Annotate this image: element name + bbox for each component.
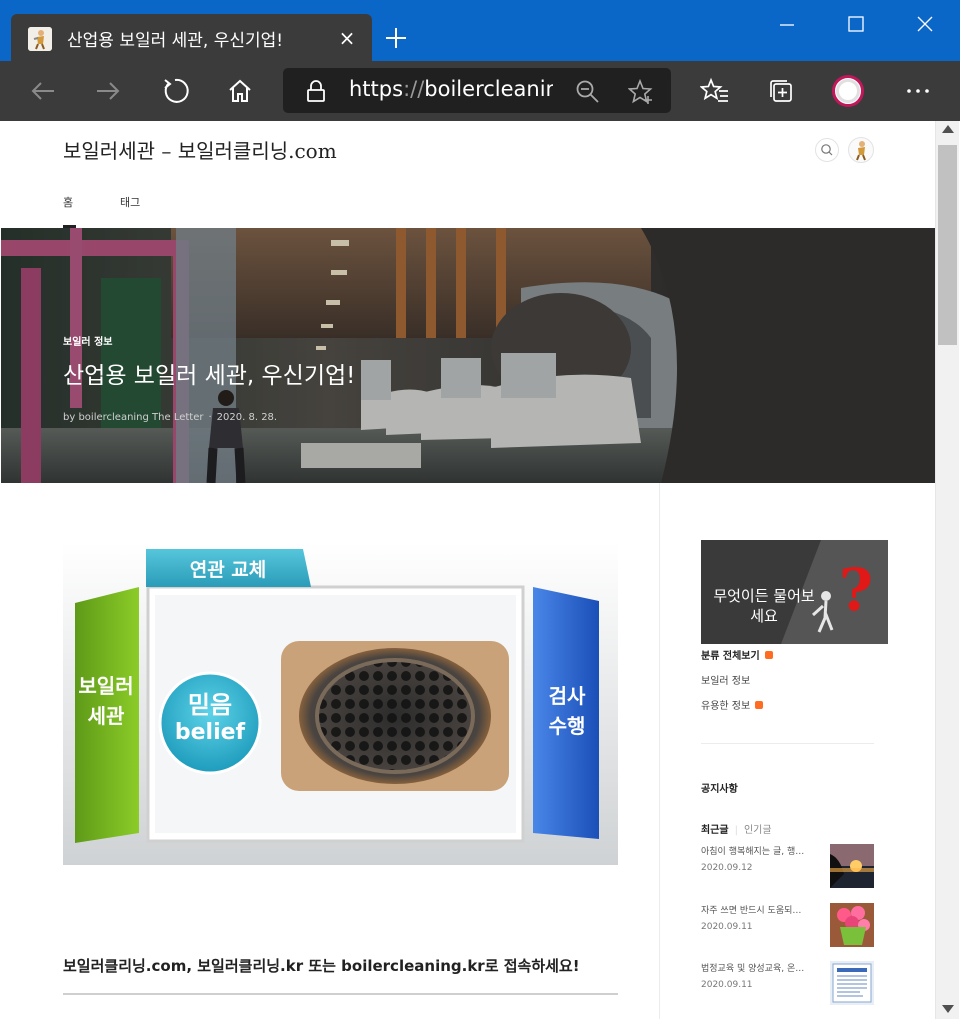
post-image: 연관 교체 보일러 세관 믿음 belief 검사 수행: [63, 543, 618, 865]
page-scrollbar[interactable]: [935, 121, 959, 1019]
recent-post-thumbnail[interactable]: [830, 961, 874, 1005]
hero-author: by boilercleaning The Letter: [63, 412, 204, 423]
tab-popular[interactable]: 인기글: [744, 825, 772, 836]
nav-item-tags[interactable]: 태그: [120, 194, 140, 210]
image-circle-ko: 믿음: [188, 691, 232, 719]
browser-toolbar: https://boilercleaning.com: [0, 61, 960, 121]
recent-post-title[interactable]: 자주 쓰면 반드시 도움되…: [701, 903, 815, 916]
recent-post[interactable]: 법정교육 및 양성교육, 온… 2020.09.11: [701, 961, 874, 1007]
tab-recent[interactable]: 최근글: [701, 825, 729, 836]
url-text: https://boilercleaning.com: [349, 77, 553, 101]
category-item[interactable]: 유용한 정보: [701, 697, 764, 712]
recent-popular-tabs: 최근글 | 인기글: [701, 825, 772, 836]
new-tab-icon[interactable]: [382, 24, 410, 52]
address-bar[interactable]: https://boilercleaning.com: [283, 68, 671, 113]
recent-post-title[interactable]: 법정교육 및 양성교육, 온…: [701, 961, 815, 974]
question-mark-icon: ?: [839, 556, 873, 624]
avatar[interactable]: [848, 137, 874, 163]
close-icon[interactable]: [910, 10, 940, 40]
recent-post-title[interactable]: 아침이 행복해지는 글, 행…: [701, 844, 815, 857]
browser-window: 산업용 보일러 세관, 우신기업! × https://boilercleani…: [0, 0, 960, 1020]
back-icon[interactable]: [28, 76, 58, 106]
favorites-icon[interactable]: [699, 76, 730, 106]
category-item[interactable]: 보일러 정보: [701, 672, 750, 687]
hero-category[interactable]: 보일러 정보: [63, 333, 112, 348]
scroll-thumb[interactable]: [938, 145, 957, 345]
banner-text: 무엇이든 물어보세요: [713, 587, 815, 625]
content-divider: [659, 483, 660, 1019]
tab-title: 산업용 보일러 세관, 우신기업!: [67, 31, 284, 51]
title-bar: 산업용 보일러 세관, 우신기업! ×: [0, 0, 960, 61]
new-badge-icon: [755, 701, 764, 709]
browser-tab[interactable]: 산업용 보일러 세관, 우신기업! ×: [11, 14, 372, 61]
site-favicon-icon: [28, 27, 52, 51]
post-body-text: 보일러클리닝.com, 보일러클리닝.kr 또는 boilercleaning.…: [63, 957, 580, 975]
scroll-down-icon[interactable]: [942, 1005, 954, 1013]
ask-anything-banner[interactable]: ? 무엇이든 물어보세요: [701, 540, 888, 644]
recent-post-date: 2020.09.12: [701, 863, 753, 873]
recent-post-date: 2020.09.11: [701, 980, 753, 990]
image-tab-label: 연관 교체: [190, 559, 267, 581]
forward-icon[interactable]: [93, 76, 123, 106]
image-right-label-1: 검사: [549, 684, 586, 708]
recent-post[interactable]: 아침이 행복해지는 글, 행… 2020.09.12: [701, 844, 874, 890]
home-icon[interactable]: [225, 76, 255, 106]
hero-title[interactable]: 산업용 보일러 세관, 우신기업!: [63, 356, 355, 390]
refresh-icon[interactable]: [160, 76, 190, 106]
zoom-out-icon[interactable]: [575, 79, 601, 105]
sidebar-divider: [701, 743, 874, 744]
site-title[interactable]: 보일러세관 – 보일러클리닝.com: [63, 135, 337, 164]
minimize-icon[interactable]: [772, 10, 802, 40]
hero-date: 2020. 8. 28.: [216, 412, 278, 423]
add-favorite-icon[interactable]: [627, 78, 654, 105]
collections-icon[interactable]: [766, 76, 796, 106]
recent-post-date: 2020.09.11: [701, 922, 753, 932]
image-left-label-1: 보일러: [78, 674, 133, 698]
image-left-label-2: 세관: [88, 704, 125, 728]
image-circle-en: belief: [175, 720, 246, 745]
nav-item-home[interactable]: 홈: [63, 194, 73, 210]
recent-post-thumbnail[interactable]: [830, 903, 874, 947]
hero-meta: by boilercleaning The Letter · 2020. 8. 28…: [63, 412, 278, 423]
page-viewport: 보일러세관 – 보일러클리닝.com 홈 태그 보일러 정보 산업용 보일러 세…: [1, 121, 935, 1019]
new-badge-icon: [764, 651, 773, 659]
recent-post-thumbnail[interactable]: [830, 844, 874, 888]
profile-icon[interactable]: [831, 74, 865, 108]
scroll-up-icon[interactable]: [942, 125, 954, 133]
hero-banner[interactable]: 보일러 정보 산업용 보일러 세관, 우신기업! by boilercleani…: [1, 228, 935, 483]
lock-icon[interactable]: [305, 80, 327, 102]
notice-heading[interactable]: 공지사항: [701, 780, 738, 795]
tab-close-icon[interactable]: ×: [335, 26, 359, 50]
more-icon[interactable]: [903, 76, 933, 106]
maximize-icon[interactable]: [841, 10, 871, 40]
image-right-label-2: 수행: [549, 714, 586, 738]
recent-post[interactable]: 자주 쓰면 반드시 도움되… 2020.09.11: [701, 903, 874, 949]
category-all-link[interactable]: 분류 전체보기: [701, 647, 773, 662]
search-icon[interactable]: [815, 138, 839, 162]
post-divider: [63, 993, 618, 995]
